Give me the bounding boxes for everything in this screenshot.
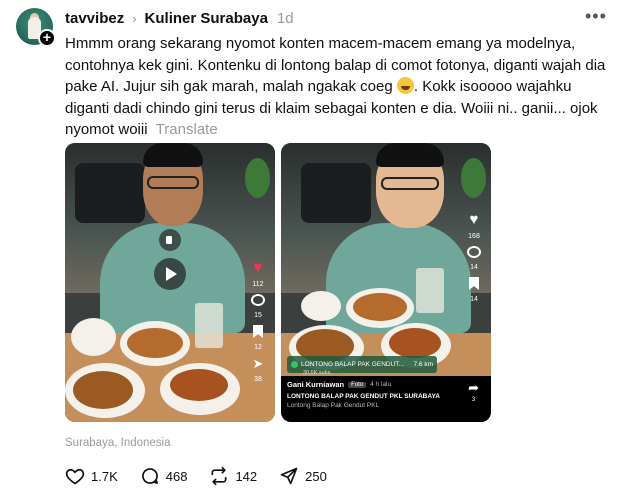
likes-count: 112: [252, 281, 264, 288]
like-button[interactable]: 1.7K: [65, 466, 118, 486]
follow-plus-icon[interactable]: +: [38, 29, 56, 47]
sound-icon[interactable]: [159, 229, 181, 251]
media-image-2[interactable]: ♥ 168 14 14 LONTONG BALAP PAK GENDUT... …: [281, 143, 491, 422]
action-bar: 1.7K 468 142 250: [65, 466, 349, 486]
saves-count: 12: [254, 344, 262, 351]
photo-glasses: [147, 176, 199, 189]
place-name: LONTONG BALAP PAK GENDUT...: [301, 361, 404, 368]
comment-icon: [467, 246, 481, 258]
media-1-side-actions: ♥ 112 15 12 ➤ 38: [245, 259, 271, 383]
replies-count: 468: [165, 468, 188, 484]
reply-button[interactable]: 468: [140, 466, 188, 486]
photo-food: [73, 371, 133, 409]
photo-car: [75, 163, 145, 223]
post-time: 1d: [276, 9, 294, 27]
media-image-1[interactable]: ♥ 112 15 12 ➤ 38: [65, 143, 275, 422]
photo-glass: [195, 303, 223, 348]
media-2-side-actions: ♥ 168 14 14: [461, 211, 487, 303]
translate-link[interactable]: Translate: [156, 121, 218, 138]
caption-badge: Foto: [348, 381, 367, 388]
comments-count: 15: [254, 312, 262, 319]
photo-glass: [416, 268, 444, 313]
saves-count: 14: [470, 296, 478, 303]
photo-food: [170, 369, 228, 401]
location-pin-icon: [291, 361, 298, 368]
caption-subtitle: Lontong Balap Pak Gendut PKL: [287, 402, 380, 409]
photo-plant: [245, 158, 270, 198]
username[interactable]: tavvibez: [65, 10, 124, 27]
photo-bowl: [71, 318, 116, 356]
heart-icon: ♥: [469, 211, 479, 228]
repost-button[interactable]: 142: [209, 466, 257, 486]
likes-count: 168: [468, 233, 480, 240]
laughing-emoji-icon: [396, 77, 414, 94]
share-count: 3: [471, 397, 476, 403]
repost-icon: [211, 466, 227, 486]
place-distance: 7.6 km: [413, 361, 433, 368]
post-text: Hmmm orang sekarang nyomot konten macem-…: [65, 33, 610, 141]
share-button[interactable]: 250: [279, 466, 327, 486]
caption-box: Gani Kurniawan Foto 4 h lalu LONTONG BAL…: [281, 376, 491, 422]
photo-car: [301, 163, 371, 223]
caption-title: LONTONG BALAP PAK GENDUT PKL SURABAYA: [287, 393, 440, 400]
post-header: tavvibez › Kuliner Surabaya 1d: [65, 8, 294, 28]
photo-food: [353, 293, 407, 321]
community-name[interactable]: Kuliner Surabaya: [145, 10, 268, 27]
bookmark-icon: [253, 325, 263, 338]
share-icon: ➤: [252, 356, 264, 371]
heart-icon: [65, 468, 85, 485]
photo-glasses: [381, 177, 439, 190]
heart-icon: ♥: [253, 259, 263, 276]
photo-hair: [376, 143, 444, 167]
photo-bowl: [301, 291, 341, 321]
post-location[interactable]: Surabaya, Indonesia: [65, 437, 171, 449]
caption-time: 4 h lalu: [370, 381, 392, 388]
caption-author-row: Gani Kurniawan Foto 4 h lalu: [287, 380, 485, 389]
shares-count: 250: [305, 468, 327, 484]
share-icon: [280, 467, 298, 485]
reposts-count: 142: [235, 468, 258, 484]
photo-plant: [461, 158, 486, 198]
shares-count: 38: [254, 376, 262, 383]
likes-count: 1.7K: [91, 468, 118, 484]
photo-hair: [143, 143, 203, 167]
bookmark-icon: [469, 277, 479, 290]
play-icon[interactable]: [154, 258, 186, 290]
comment-icon: [251, 294, 265, 306]
caption-author: Gani Kurniawan: [287, 380, 345, 389]
photo-food: [389, 328, 441, 358]
comments-count: 14: [470, 264, 478, 271]
photo-food: [127, 328, 183, 358]
comment-icon: [141, 468, 158, 484]
chevron-right-icon: ›: [132, 10, 137, 26]
more-icon[interactable]: •••: [585, 6, 607, 27]
share-arrow-icon: ➦ 3: [468, 381, 479, 406]
